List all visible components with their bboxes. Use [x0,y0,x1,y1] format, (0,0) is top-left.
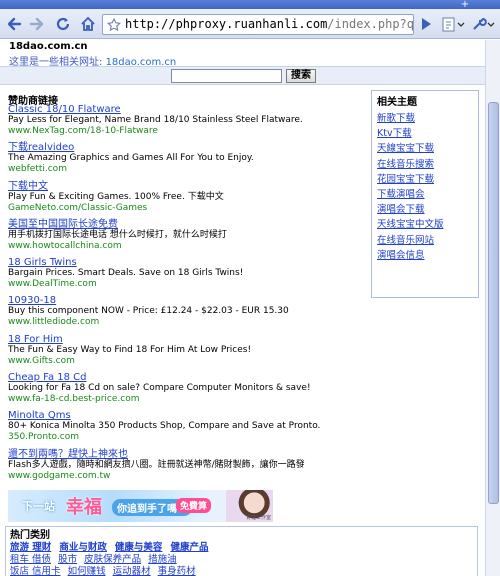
ad-description: Flash多人遊戲，隨時和網友擠八圈。註冊就送神幣/賭財製飾，讓你一路發 [8,459,305,470]
ad-item: Classic 18/10 Flatware Pay Less for Eleg… [8,104,368,142]
ad-title-link[interactable]: Cheap Fa 18 Cd [8,372,368,383]
forward-icon[interactable] [27,14,47,34]
subcategory-link[interactable]: 租车 借债 [10,554,51,565]
category-link[interactable]: 旅游 理财 [10,542,51,553]
related-topic-link[interactable]: 在线音乐网站 [377,233,473,248]
browser-window: + http://phproxy.ruanhanli.com/index.php… [0,0,500,576]
ad-description: 80+ Konica Minolta 350 Products Shop, Co… [8,421,321,432]
ad-banner[interactable]: 下一站 幸福 你追到手了嗎？ 免費算 青蛙工作室 [8,490,273,522]
ad-item: 下载中文 Play Fun & Exciting Games. 100% Fre… [8,181,368,219]
hot-categories-row: 饭店 信用卡 如何赚钱 运动器材 事身药材 [10,566,473,576]
new-tab-button[interactable]: + [458,0,472,10]
ad-description: Buy this component NOW - Price: £12.24 -… [8,306,289,317]
related-topic-link[interactable]: 天线宝宝中文版 [377,217,473,232]
ad-item: 美国至中国国际长途免费 用手机拨打国际长途电话 想什么时候打，就什么时候打 ww… [8,219,368,257]
subcategory-link[interactable]: 事身药材 [158,566,196,576]
ad-title-link[interactable]: 美国至中国国际长途免费 [8,219,368,230]
reload-icon[interactable] [53,14,73,34]
hot-categories-panel: 热门类别 旅游 理财 商业与财政 健康与美容 健康产品 租车 借债 股市 皮肤保… [5,526,478,576]
go-icon[interactable] [416,14,436,34]
related-topics-heading: 相关主题 [377,97,417,108]
ad-description: 用手机拨打国际长途电话 想什么时候打，就什么时候打 [8,229,227,240]
url-text: http://phproxy.ruanhanli.com/index.php?q… [125,17,413,31]
tab-strip: + [0,0,500,10]
related-topic-link[interactable]: 花园宝宝下载 [377,172,473,187]
ad-url[interactable]: www.godgame.com.tw [8,471,368,482]
related-topic-link[interactable]: 新歌下载 [377,111,473,126]
ad-title-link[interactable]: 還不到兩嗎？趕快上神來也 [8,449,368,460]
subcategory-link[interactable]: 皮肤保养产品 [84,554,141,565]
page-content: 18dao.com.cn 这里是一些相关网址: 18dao.com.cn 搜索 … [0,40,485,576]
banner-free-badge: 免費算 [176,498,212,513]
ad-url[interactable]: www.howtocallchina.com [8,241,368,252]
ad-title-link[interactable]: 下载中文 [8,181,368,192]
ad-title-link[interactable]: Classic 18/10 Flatware [8,104,368,115]
ad-url[interactable]: www.DealTime.com [8,279,368,290]
ad-url[interactable]: www.NexTag.com/18-10-Flatware [8,126,368,137]
ad-description: Looking for Fa 18 Cd on sale? Compare Co… [8,383,311,394]
hot-categories-row: 租车 借债 股市 皮肤保养产品 措施油 [10,554,473,566]
ad-title-link[interactable]: 18 For Him [8,334,368,345]
ad-url[interactable]: www.Gifts.com [8,356,368,367]
ad-description: Pay Less for Elegant, Name Brand 18/10 S… [8,115,303,125]
related-topic-link[interactable]: 演唱会信息 [377,248,473,263]
ad-url[interactable]: GameNeto.com/Classic-Games [8,203,368,214]
banner-watermark: 青蛙工作室 [245,515,271,521]
page-menu-icon[interactable] [440,14,468,34]
ad-url[interactable]: webfetti.com [8,164,368,175]
related-topic-link[interactable]: Ktv下载 [377,126,473,141]
address-bar[interactable]: http://phproxy.ruanhanli.com/index.php?q… [102,14,414,35]
ad-item: 18 Girls Twins Bargain Prices. Smart Dea… [8,257,368,295]
ad-description: The Amazing Graphics and Games All For Y… [8,153,254,164]
subcategory-link[interactable]: 措施油 [148,554,177,565]
ad-url[interactable]: www.fa-18-cd.best-price.com [8,394,368,405]
ad-title-link[interactable]: 下载realvideo [8,142,368,153]
ad-title-link[interactable]: 18 Girls Twins [8,257,368,268]
back-icon[interactable] [4,14,24,34]
search-bar: 搜索 [0,66,485,85]
bookmark-star-icon[interactable] [106,17,122,36]
category-link[interactable]: 商业与财政 [59,542,107,553]
related-topic-link[interactable]: 演唱会下载 [377,202,473,217]
browser-toolbar: http://phproxy.ruanhanli.com/index.php?q… [0,9,500,39]
ad-item: Cheap Fa 18 Cd Looking for Fa 18 Cd on s… [8,372,368,410]
home-icon[interactable] [78,14,98,34]
ad-item: 10930-18 Buy this component NOW - Price:… [8,295,368,333]
ad-url[interactable]: 350.Pronto.com [8,432,368,443]
related-topic-link[interactable]: 在线音乐搜索 [377,157,473,172]
sponsored-ads-list: Classic 18/10 Flatware Pay Less for Eleg… [8,104,368,487]
banner-text-happiness: 幸福 [66,497,102,518]
search-button[interactable]: 搜索 [286,69,316,83]
hot-categories-heading: 热门类别 [10,530,50,541]
category-link[interactable]: 健康产品 [170,542,208,553]
hot-categories-row: 旅游 理财 商业与财政 健康与美容 健康产品 [10,542,473,554]
subcategory-link[interactable]: 饭店 信用卡 [10,566,61,576]
related-topics-panel: 相关主题 新歌下载 Ktv下载 天線宝宝下载 在线音乐搜索 花园宝宝下载 下载演… [371,90,479,298]
ad-item: 18 For Him The Fun & Easy Way to Find 18… [8,334,368,372]
category-link[interactable]: 健康与美容 [115,542,163,553]
subcategory-link[interactable]: 股市 [58,554,77,565]
subcategory-link[interactable]: 运动器材 [113,566,151,576]
subcategory-link[interactable]: 如何赚钱 [68,566,106,576]
ad-item: 還不到兩嗎？趕快上神來也 Flash多人遊戲，隨時和網友擠八圈。註冊就送神幣/賭… [8,449,368,487]
ad-description: Play Fun & Exciting Games. 100% Free. 下载… [8,191,224,202]
related-topic-link[interactable]: 下载演唱会 [377,187,473,202]
ad-item: Minolta Qms 80+ Konica Minolta 350 Produ… [8,410,368,448]
banner-text-next-stop: 下一站 [22,500,55,513]
site-title: 18dao.com.cn [9,41,88,52]
search-input[interactable] [171,69,282,83]
vertical-scrollbar[interactable] [485,40,500,576]
ad-title-link[interactable]: Minolta Qms [8,410,368,421]
ad-item: 下载realvideo The Amazing Graphics and Gam… [8,142,368,180]
ad-description: Bargain Prices. Smart Deals. Save on 18 … [8,268,244,279]
scrollbar-thumb[interactable] [488,102,499,504]
tools-menu-icon[interactable] [470,14,498,34]
related-topic-link[interactable]: 天線宝宝下载 [377,141,473,156]
ad-url[interactable]: www.littlediode.com [8,317,368,328]
ad-description: The Fun & Easy Way to Find 18 For Him At… [8,344,252,355]
ad-title-link[interactable]: 10930-18 [8,295,368,306]
